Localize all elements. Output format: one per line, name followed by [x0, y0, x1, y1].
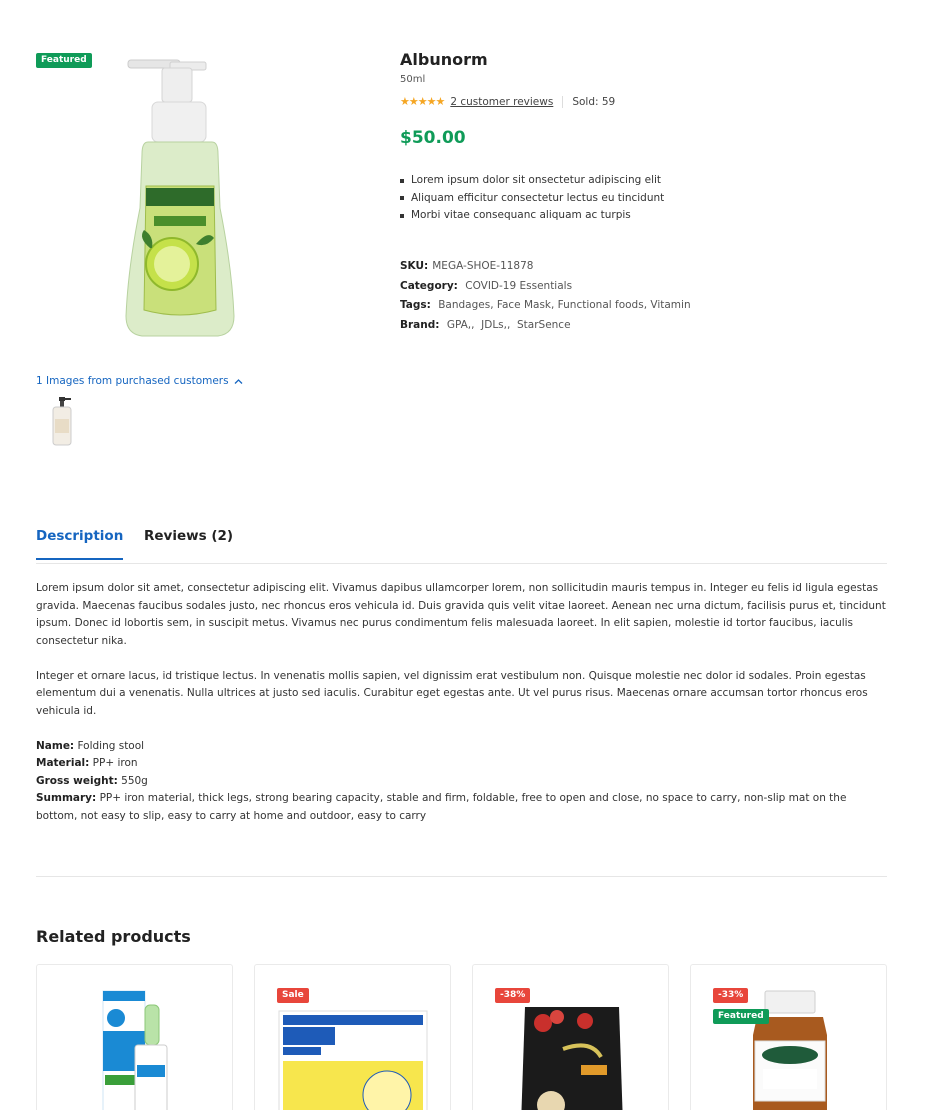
bullet-icon — [400, 178, 404, 183]
description-paragraph: Lorem ipsum dolor sit amet, consectetur … — [36, 582, 886, 647]
customer-photo-thumbnail[interactable] — [46, 395, 78, 447]
category-label: Category: — [400, 279, 458, 292]
feature-item: Aliquam efficitur consectetur lectus eu … — [400, 190, 664, 208]
spec-row: Summary: PP+ iron material, thick legs, … — [36, 790, 891, 825]
product-meta: SKU: MEGA-SHOE-11878 Category: COVID-19 E… — [400, 257, 691, 336]
purchased-images-toggle[interactable]: 1 Images from purchased customers — [36, 375, 243, 387]
bullet-icon — [400, 213, 404, 218]
feature-item: Morbi vitae consequanc aliquam ac turpis — [400, 207, 664, 225]
section-divider — [36, 876, 887, 877]
spec-row: Gross weight: 550g — [36, 773, 891, 791]
spec-label: Name: — [36, 739, 75, 752]
bisol-pastilles-image — [278, 1010, 428, 1110]
spec-value: 550g — [117, 774, 148, 787]
related-products-title: Related products — [36, 927, 191, 946]
spec-row: Material: PP+ iron — [36, 755, 891, 773]
fruit-snack-image — [521, 1007, 623, 1110]
feature-text: Morbi vitae consequanc aliquam ac turpis — [411, 209, 631, 221]
category-link[interactable]: COVID-19 Essentials — [465, 280, 572, 292]
related-product-card[interactable]: -33% Featured — [690, 964, 887, 1110]
sku-label: SKU: — [400, 260, 429, 272]
related-product-card[interactable]: -38% — [472, 964, 669, 1110]
bullet-icon — [400, 196, 404, 201]
product-price: $50.00 — [400, 128, 466, 148]
feature-text: Lorem ipsum dolor sit onsectetur adipisc… — [411, 174, 662, 186]
spec-label: Gross weight: — [36, 774, 118, 787]
tags-row: Tags: Bandages, Face Mask, Functional fo… — [400, 296, 691, 316]
feature-text: Aliquam efficitur consectetur lectus eu … — [411, 191, 665, 204]
chevron-up-icon — [234, 378, 243, 384]
product-image[interactable] — [110, 58, 250, 343]
related-product-card[interactable]: Sale — [254, 964, 451, 1110]
spec-value: PP+ iron material, thick legs, strong be… — [36, 792, 847, 822]
spec-value: PP+ iron — [89, 757, 138, 769]
brand-links[interactable]: GPA,, JDLs,, StarSence — [447, 319, 571, 331]
description-paragraph: Integer et ornare lacus, id tristique le… — [36, 669, 868, 717]
tags-label: Tags: — [400, 299, 431, 312]
discount-badge: -33% — [713, 988, 749, 1003]
spec-value: Folding stool — [74, 739, 145, 752]
product-tabs: Description Reviews (2) — [36, 528, 887, 564]
star-rating-icon: ★★★★★ — [400, 95, 445, 108]
featured-badge: Featured — [36, 53, 92, 68]
brand-label: Brand: — [400, 319, 440, 332]
ginkgo-bottle-image — [753, 990, 827, 1110]
sale-badge: Sale — [277, 988, 309, 1003]
purchased-images-label: 1 Images from purchased customers — [36, 375, 229, 387]
discount-badge: -38% — [495, 988, 531, 1003]
spec-label: Material: — [36, 757, 90, 769]
product-variant: 50ml — [400, 74, 426, 85]
brand-row: Brand: GPA,, JDLs,, StarSence — [400, 316, 691, 336]
spec-row: Name: Folding stool — [36, 738, 891, 756]
feature-list: Lorem ipsum dolor sit onsectetur adipisc… — [400, 172, 664, 225]
tab-description[interactable]: Description — [36, 528, 124, 560]
featured-badge: Featured — [713, 1009, 769, 1024]
description-panel: Lorem ipsum dolor sit amet, consectetur … — [36, 580, 891, 825]
tags-links[interactable]: Bandages, Face Mask, Functional foods, V… — [438, 299, 690, 311]
spec-label: Summary: — [36, 792, 97, 804]
related-product-card[interactable] — [36, 964, 233, 1110]
category-row: Category: COVID-19 Essentials — [400, 277, 691, 297]
sku-row: SKU: MEGA-SHOE-11878 — [400, 257, 691, 277]
product-title: Albunorm — [400, 50, 488, 69]
sold-count: Sold: 59 — [572, 95, 616, 108]
tab-reviews[interactable]: Reviews (2) — [144, 528, 233, 558]
rating-row: ★★★★★ 2 customer reviews Sold: 59 — [400, 95, 615, 108]
sku-value: MEGA-SHOE-11878 — [432, 260, 534, 272]
nasal-spray-image — [102, 990, 168, 1110]
feature-item: Lorem ipsum dolor sit onsectetur adipisc… — [400, 172, 664, 190]
customer-reviews-link[interactable]: 2 customer reviews — [450, 96, 553, 108]
separator — [562, 95, 564, 108]
